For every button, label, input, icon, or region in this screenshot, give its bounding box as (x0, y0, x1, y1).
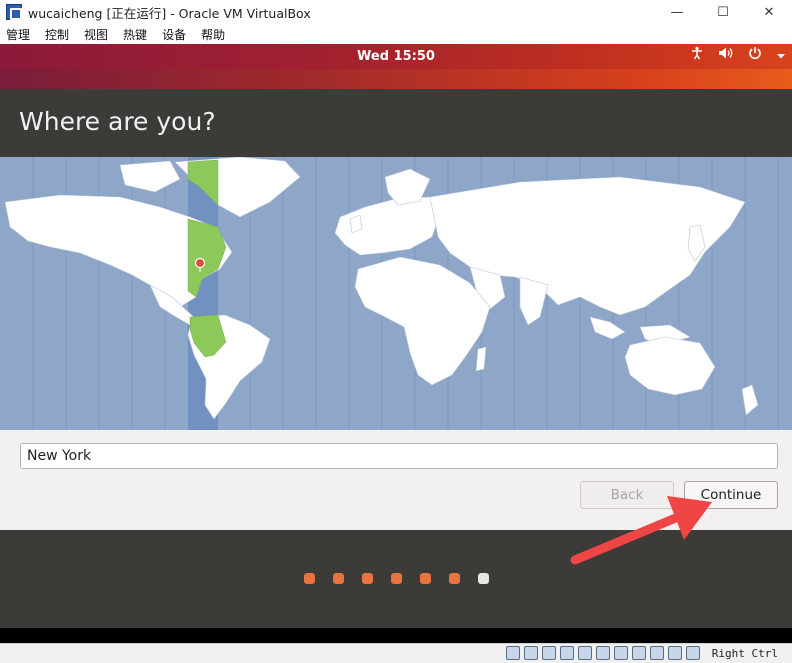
window-title: wucaicheng [正在运行] - Oracle VM VirtualBox (28, 5, 311, 21)
shared-folders-icon[interactable] (596, 646, 610, 660)
installer-accent-band (0, 69, 792, 89)
progress-dot (448, 573, 460, 584)
progress-dots (0, 573, 792, 584)
recording-icon[interactable] (632, 646, 646, 660)
system-tray (676, 44, 786, 69)
location-input[interactable] (20, 443, 778, 469)
progress-dot (390, 573, 402, 584)
menu-item-hotkey[interactable]: 热键 (123, 26, 147, 43)
progress-dot (332, 573, 344, 584)
hard-disk-icon[interactable] (506, 646, 520, 660)
menu-item-view[interactable]: 视图 (84, 26, 108, 43)
keyboard-icon[interactable] (686, 646, 700, 660)
device-indicators (502, 646, 700, 660)
ubuntu-top-panel: Wed 15:50 (0, 44, 792, 69)
progress-dot (361, 573, 373, 584)
network-icon[interactable] (560, 646, 574, 660)
optical-drive-icon[interactable] (524, 646, 538, 660)
window-titlebar[interactable]: wucaicheng [正在运行] - Oracle VM VirtualBox… (0, 0, 792, 24)
menu-item-manage[interactable]: 管理 (6, 26, 30, 43)
host-key-label: Right Ctrl (711, 647, 778, 660)
installer-header: Where are you? (0, 89, 792, 157)
mouse-integration-icon[interactable] (668, 646, 682, 660)
virtualbox-window: wucaicheng [正在运行] - Oracle VM VirtualBox… (0, 0, 792, 663)
progress-dot-current (477, 573, 489, 584)
maximize-button[interactable]: ☐ (700, 0, 746, 24)
display-icon[interactable] (614, 646, 628, 660)
accessibility-icon[interactable] (690, 44, 704, 69)
audio-icon[interactable] (542, 646, 556, 660)
progress-dot (303, 573, 315, 584)
window-controls: — ☐ ✕ (654, 0, 792, 24)
menu-item-help[interactable]: 帮助 (201, 26, 225, 43)
power-icon[interactable] (748, 44, 762, 69)
menu-item-devices[interactable]: 设备 (162, 26, 186, 43)
minimize-button[interactable]: — (654, 0, 700, 24)
installer-footer (0, 530, 792, 628)
page-title: Where are you? (19, 107, 216, 136)
close-button[interactable]: ✕ (746, 0, 792, 24)
virtualbox-statusbar: Right Ctrl (0, 643, 792, 663)
virtualbox-icon (6, 4, 22, 20)
menu-bar: 管理 控制 视图 热键 设备 帮助 (0, 24, 792, 44)
usb-icon[interactable] (578, 646, 592, 660)
continue-button[interactable]: Continue (684, 481, 778, 509)
back-button[interactable]: Back (580, 481, 674, 509)
volume-icon[interactable] (718, 44, 734, 69)
menu-item-control[interactable]: 控制 (45, 26, 69, 43)
progress-dot (419, 573, 431, 584)
chevron-down-icon[interactable] (776, 44, 786, 69)
clock[interactable]: Wed 15:50 (357, 49, 435, 64)
cpu-icon[interactable] (650, 646, 664, 660)
vm-screen-edge (0, 628, 792, 643)
timezone-map[interactable] (0, 157, 792, 430)
location-panel: Back Continue (0, 430, 792, 530)
